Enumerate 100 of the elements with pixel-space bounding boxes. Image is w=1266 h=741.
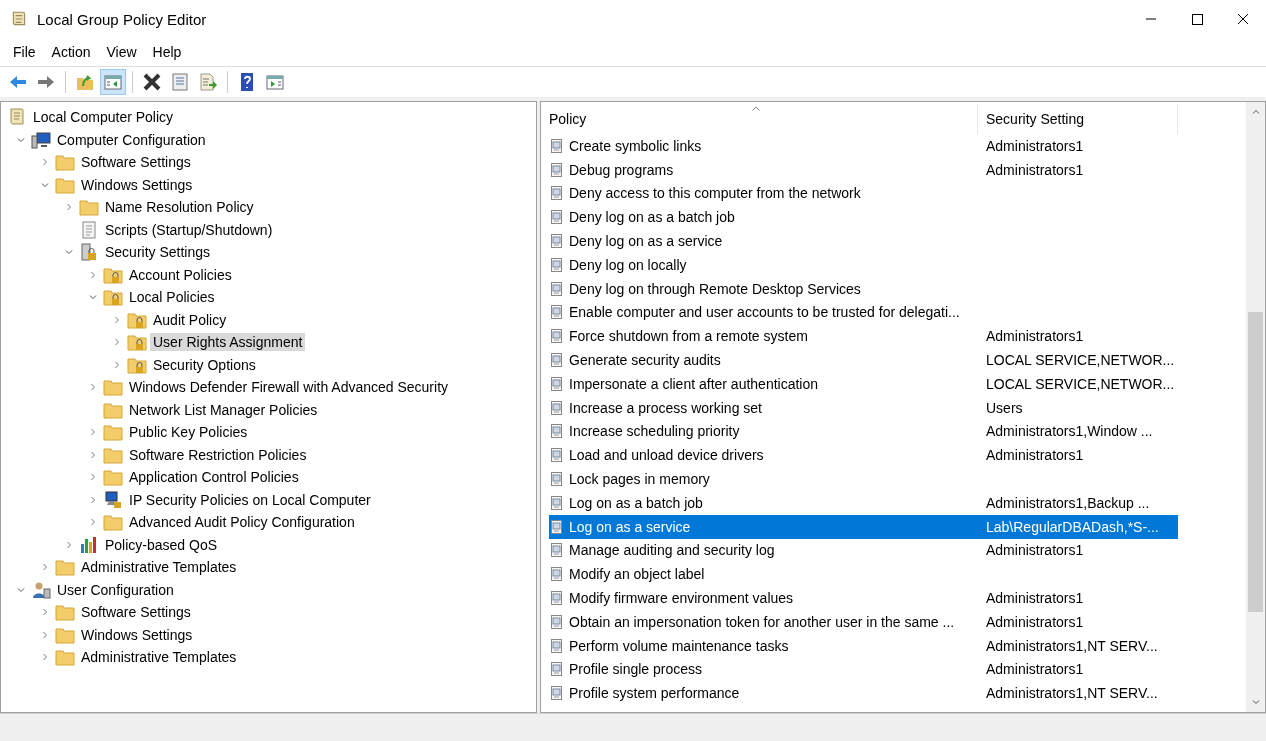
chevron-right-icon[interactable] — [64, 539, 74, 550]
policy-document-icon — [549, 423, 565, 440]
tree-item[interactable]: Software Settings — [78, 153, 194, 172]
chevron-right-icon[interactable] — [88, 382, 98, 393]
menu-item[interactable]: File — [5, 44, 44, 60]
scroll-up-icon[interactable] — [1250, 107, 1261, 117]
table-row[interactable]: Deny log on locally — [549, 253, 1178, 277]
security-setting: Administrators1,NT SERV... — [986, 637, 1158, 654]
column-header[interactable]: Security Setting — [978, 104, 1178, 134]
policy-document-icon — [549, 209, 565, 226]
table-row[interactable]: Impersonate a client after authentication LOCAL SERVICE,NETWOR... — [549, 371, 1178, 396]
security-setting: Administrators1 — [986, 590, 1084, 607]
table-row[interactable]: Deny access to this computer from the network — [549, 181, 1178, 206]
chevron-right-icon[interactable] — [40, 607, 50, 618]
chevron-right-icon[interactable] — [112, 337, 122, 348]
table-row[interactable]: Create symbolic links Administrators1 — [549, 134, 1178, 158]
table-row[interactable]: Deny log on as a batch job — [549, 205, 1178, 230]
table-row[interactable]: Increase a process working set Users — [549, 395, 1178, 420]
column-header[interactable]: Policy — [541, 104, 978, 134]
tree-item[interactable]: Policy-based QoS — [102, 535, 221, 554]
chevron-right-icon[interactable] — [88, 472, 98, 483]
table-row[interactable]: Enable computer and user accounts to be trusted for delegati... — [549, 300, 1178, 325]
tree-item[interactable]: Local Computer Policy — [30, 108, 177, 127]
table-row[interactable]: Log on as a service Lab\RegularDBADash,*S-... — [549, 514, 1178, 539]
tree-item[interactable]: Advanced Audit Policy Configuration — [126, 513, 358, 532]
vertical-scrollbar[interactable] — [1246, 102, 1265, 712]
tree-item[interactable]: Computer Configuration — [54, 130, 209, 149]
table-row[interactable]: Force shutdown from a remote system Administrators1 — [549, 324, 1178, 349]
policy-document-icon — [549, 471, 565, 488]
chevron-right-icon[interactable] — [112, 314, 122, 325]
policy-document-icon — [549, 518, 565, 535]
tree-item[interactable]: Name Resolution Policy — [102, 198, 257, 217]
tree-item[interactable]: Security Options — [150, 355, 259, 374]
tree-item[interactable]: Application Control Policies — [126, 468, 302, 487]
menu-item[interactable]: Action — [43, 44, 99, 60]
policy-document-icon — [549, 352, 565, 369]
chevron-right-icon[interactable] — [40, 652, 50, 663]
chevron-right-icon[interactable] — [88, 269, 98, 280]
action-pane-icon — [265, 72, 285, 92]
chevron-right-icon[interactable] — [88, 427, 98, 438]
tree-item[interactable]: Public Key Policies — [126, 423, 251, 442]
table-row[interactable]: Modify firmware environment values Administrators1 — [549, 586, 1178, 610]
server-lock-icon — [79, 243, 99, 262]
tree-item[interactable]: Administrative Templates — [78, 558, 240, 577]
table-row[interactable]: Profile system performance Administrators1,NT SERV... — [549, 681, 1178, 706]
tree-item[interactable]: Local Policies — [126, 288, 218, 307]
tree-item[interactable]: Software Restriction Policies — [126, 445, 310, 464]
security-setting: LOCAL SERVICE,NETWOR... — [986, 375, 1175, 392]
chevron-right-icon[interactable] — [112, 359, 122, 370]
folder-icon — [55, 603, 75, 622]
folder-icon — [55, 648, 75, 667]
policy-name: Deny log on as a batch job — [569, 209, 735, 226]
table-row[interactable]: Debug programs Administrators1 — [549, 157, 1178, 182]
table-row[interactable]: Generate security audits LOCAL SERVICE,NETWOR... — [549, 348, 1178, 372]
tree-item[interactable]: Scripts (Startup/Shutdown) — [102, 220, 276, 239]
chevron-right-icon[interactable] — [40, 157, 50, 168]
tree-item[interactable]: Account Policies — [126, 265, 235, 284]
table-row[interactable]: Obtain an impersonation token for another user in the same ... Administrators1 — [549, 609, 1178, 634]
chevron-right-icon[interactable] — [88, 517, 98, 528]
tree-item[interactable]: User Configuration — [54, 580, 177, 599]
policy-document-icon — [549, 161, 565, 178]
tree-item[interactable]: IP Security Policies on Local Computer — [126, 490, 374, 509]
chevron-right-icon[interactable] — [40, 629, 50, 640]
security-setting: Administrators1 — [986, 161, 1084, 178]
tree-item[interactable]: Administrative Templates — [78, 648, 240, 667]
table-row[interactable]: Log on as a batch job Administrators1,Backup ... — [549, 490, 1178, 515]
security-setting: Users — [986, 399, 1023, 416]
tree-item[interactable]: Software Settings — [78, 603, 194, 622]
tree-item[interactable]: Windows Defender Firewall with Advanced Security — [126, 378, 452, 397]
policy-name: Perform volume maintenance tasks — [569, 637, 789, 654]
tree-item[interactable]: Security Settings — [102, 243, 214, 262]
table-row[interactable]: Lock pages in memory — [549, 467, 1178, 491]
scroll-down-icon[interactable] — [1250, 697, 1261, 707]
chevron-right-icon[interactable] — [40, 562, 50, 573]
table-row[interactable]: Deny log on as a service — [549, 229, 1178, 253]
menu-item[interactable]: Help — [144, 44, 190, 60]
menu-item[interactable]: View — [98, 44, 145, 60]
chevron-right-icon[interactable] — [88, 449, 98, 460]
tree-item[interactable]: Windows Settings — [78, 175, 196, 194]
tree-item[interactable]: Windows Settings — [78, 625, 196, 644]
table-row[interactable]: Manage auditing and security log Administrators1 — [549, 538, 1178, 563]
policy-document-icon — [549, 542, 565, 559]
chevron-right-icon[interactable] — [88, 494, 98, 505]
table-row[interactable]: Increase scheduling priority Administrators1,Window ... — [549, 419, 1178, 444]
table-row[interactable]: Load and unload device drivers Administrators1 — [549, 443, 1178, 468]
policy-name: Modify an object label — [569, 566, 705, 583]
table-row[interactable]: Perform volume maintenance tasks Administrators1,NT SERV... — [549, 633, 1178, 658]
table-row[interactable]: Modify an object label — [549, 562, 1178, 587]
tree-item[interactable]: Audit Policy — [150, 310, 230, 329]
chevron-right-icon[interactable] — [64, 202, 74, 213]
table-row[interactable]: Profile single process Administrators1 — [549, 657, 1178, 682]
locked-folder-icon — [103, 288, 123, 307]
policy-document-icon — [549, 328, 565, 345]
tree-item[interactable]: Network List Manager Policies — [126, 400, 321, 419]
table-row[interactable]: Deny log on through Remote Desktop Services — [549, 276, 1178, 301]
scrollbar-thumb[interactable] — [1248, 312, 1263, 612]
tree-pane-icon — [103, 72, 123, 92]
tree-item[interactable]: User Rights Assignment — [150, 333, 306, 352]
folder-icon — [103, 513, 123, 532]
policy-document-icon — [549, 637, 565, 654]
